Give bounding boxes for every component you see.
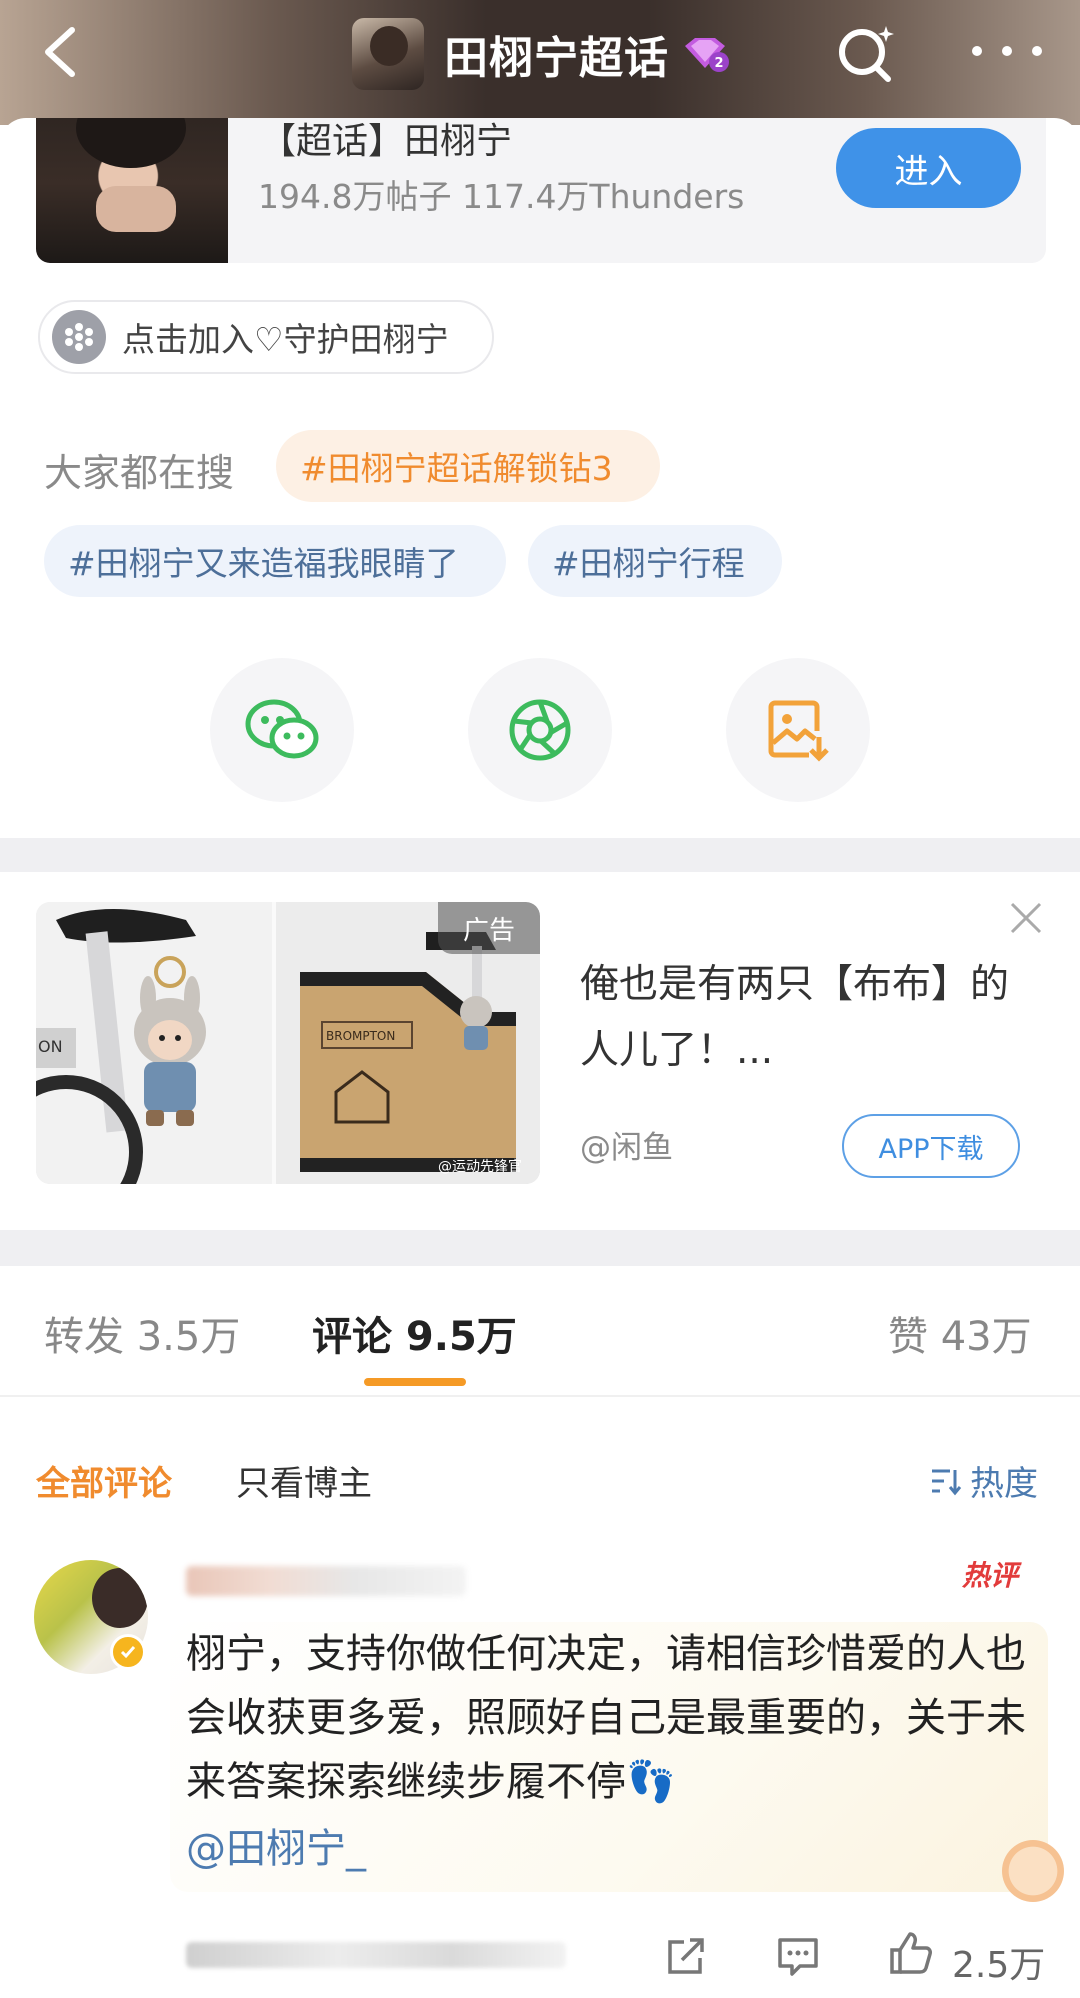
sort-icon	[932, 1469, 962, 1495]
more-dot-icon	[1002, 46, 1012, 56]
app-download-button[interactable]: APP下载	[842, 1114, 1020, 1178]
share-wechat-button[interactable]	[210, 658, 354, 802]
svg-text:BROMPTON: BROMPTON	[326, 1029, 395, 1043]
search-icon[interactable]	[834, 22, 898, 86]
comment-text: 栩宁，支持你做任何决定，请相信珍惜爱的人也会收获更多爱，照顾好自己是最重要的，关…	[186, 1631, 1026, 1805]
ad-watermark: @运动先锋官	[438, 1159, 522, 1175]
close-icon[interactable]	[1008, 900, 1044, 936]
enter-supertopic-button[interactable]: 进入	[836, 128, 1021, 208]
verified-badge-icon	[110, 1634, 146, 1670]
ad-source: @闲鱼	[580, 1130, 673, 1166]
more-dot-icon	[1032, 46, 1042, 56]
supertopic-cover-image	[36, 118, 228, 263]
trending-label: 大家都在搜	[44, 451, 235, 495]
active-tab-indicator	[364, 1378, 466, 1386]
comment-like-count: 2.5万	[952, 1945, 1046, 1986]
tab-comment[interactable]: 评论 9.5万	[312, 1304, 517, 1362]
supertopic-avatar	[352, 18, 424, 90]
moments-icon	[509, 699, 571, 761]
share-moments-button[interactable]	[468, 658, 612, 802]
more-options-button[interactable]	[972, 36, 1042, 66]
diamond-level-badge-icon: 2	[685, 38, 729, 72]
save-image-button[interactable]	[726, 658, 870, 802]
tab-repost[interactable]: 转发 3.5万	[44, 1304, 240, 1362]
section-divider	[0, 838, 1080, 872]
chevron-left-icon	[45, 27, 75, 77]
section-divider	[0, 1230, 1080, 1266]
hot-comment-badge: 热评	[962, 1559, 1019, 1592]
wechat-icon	[245, 699, 319, 759]
like-thumb-icon[interactable]	[886, 1930, 934, 1978]
svg-text:2: 2	[714, 56, 723, 71]
flower-icon	[52, 310, 106, 364]
comment-icon[interactable]	[776, 1934, 820, 1978]
tiger-sticker-icon	[1002, 1840, 1064, 1902]
comment-meta-redacted	[186, 1942, 566, 1968]
header-title-group[interactable]: 田栩宁超话 2	[352, 14, 731, 94]
filter-all-comments[interactable]: 全部评论	[36, 1456, 172, 1505]
trending-tag[interactable]: #田栩宁行程	[528, 525, 782, 597]
supertopic-name: 【超话】田栩宁	[260, 121, 513, 162]
ad-image[interactable]: ON BROMPTON 广告 @运动先锋官	[36, 902, 540, 1184]
repost-icon[interactable]	[664, 1934, 708, 1978]
ad-title[interactable]: 俺也是有两只【布布】的人儿了！...	[580, 952, 1020, 1084]
filter-owner-only[interactable]: 只看博主	[236, 1456, 372, 1505]
ad-photo-bike-keychain: ON	[36, 902, 272, 1184]
top-bar: 田栩宁超话 2	[0, 0, 1080, 125]
save-image-icon	[768, 700, 829, 762]
trending-tag[interactable]: #田栩宁又来造福我眼睛了	[44, 525, 506, 597]
ad-badge: 广告	[438, 902, 540, 954]
comment-mention-link[interactable]: @田栩宁_	[186, 1816, 366, 1874]
sort-by-hot-button[interactable]: 热度	[930, 1456, 1038, 1505]
trending-tag[interactable]: #田栩宁超话解锁钻3	[276, 430, 660, 502]
join-guard-button[interactable]: 点击加入♡守护田栩宁	[38, 300, 494, 374]
commenter-name-redacted[interactable]	[186, 1566, 466, 1596]
join-guard-label: 点击加入♡守护田栩宁	[122, 320, 449, 359]
tab-like[interactable]: 赞 43万	[888, 1304, 1032, 1362]
sort-label: 热度	[970, 1464, 1038, 1504]
back-button[interactable]	[32, 24, 88, 80]
supertopic-stats: 194.8万帖子 117.4万Thunders	[258, 177, 745, 216]
more-dot-icon	[972, 46, 982, 56]
page-title: 田栩宁超话	[444, 33, 669, 84]
svg-text:ON: ON	[38, 1037, 63, 1056]
divider	[0, 1395, 1080, 1397]
